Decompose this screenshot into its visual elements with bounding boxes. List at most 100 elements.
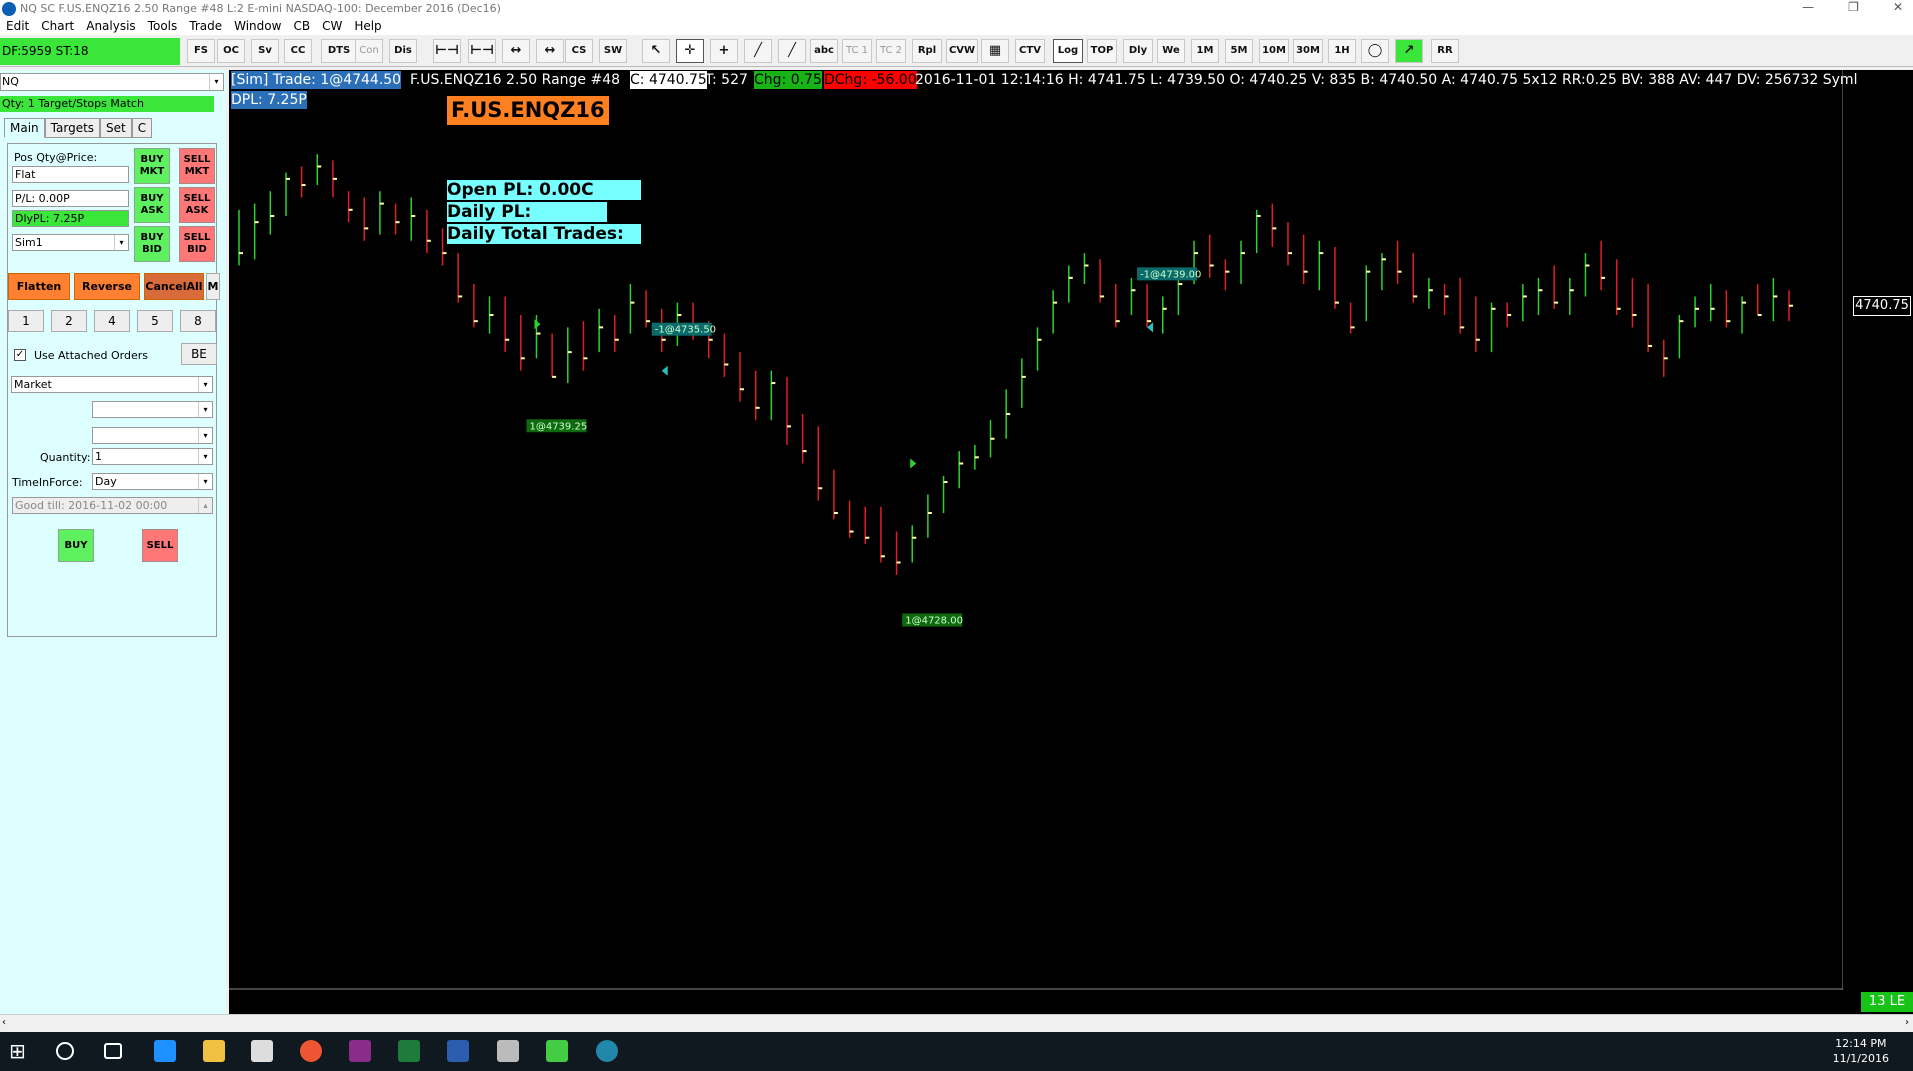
price-plot[interactable]: 4756.004752.004748.004744.004740.004736.… (229, 70, 1843, 990)
toolbar-oc-button[interactable]: OC (217, 39, 245, 63)
toolbar-sw-button[interactable]: SW (599, 39, 627, 63)
line-icon[interactable]: ╱ (744, 39, 772, 63)
store-icon[interactable] (251, 1040, 273, 1062)
qty-preset-2[interactable]: 2 (51, 310, 87, 332)
ruler-h2-icon[interactable]: ⊢⊣ (468, 39, 496, 63)
ellipse-icon[interactable]: ◯ (1361, 39, 1389, 63)
toolbar-abc-button[interactable]: abc (810, 39, 838, 63)
toolbar-log-button[interactable]: Log (1053, 39, 1083, 63)
scroll-right-icon[interactable]: › (1905, 1017, 1909, 1028)
qty-preset-4[interactable]: 4 (94, 310, 130, 332)
grid-icon[interactable]: ▦ (981, 39, 1009, 63)
search-icon[interactable] (56, 1042, 74, 1060)
toolbar-we-button[interactable]: We (1157, 39, 1185, 63)
toolbar-sv-button[interactable]: Sv (251, 39, 279, 63)
toolbar-cc-button[interactable]: CC (284, 39, 312, 63)
crosshair-icon[interactable]: ✛ (676, 39, 704, 63)
qty-preset-5[interactable]: 5 (137, 310, 173, 332)
toolbar-cs-button[interactable]: CS (565, 39, 593, 63)
task-view-icon[interactable] (104, 1043, 122, 1059)
minimize-icon[interactable]: — (1802, 0, 1814, 14)
cancel-all-button[interactable]: CancelAll (144, 273, 204, 300)
toolbar-rr-button[interactable]: RR (1431, 39, 1459, 63)
arrows-h2-icon[interactable]: ↔ (536, 39, 564, 63)
toolbar-top-button[interactable]: TOP (1087, 39, 1117, 63)
tab-set[interactable]: Set (100, 118, 132, 138)
scroll-left-icon[interactable]: ‹ (2, 1017, 6, 1028)
tab-targets[interactable]: Targets (44, 118, 101, 138)
be-button[interactable]: BE (181, 343, 217, 365)
buy-button[interactable]: BUY (58, 529, 94, 562)
toolbar-10m-button[interactable]: 10M (1259, 39, 1289, 63)
order-type-select[interactable]: Market ▾ (11, 376, 213, 393)
close-icon[interactable]: ✕ (1893, 0, 1903, 14)
sell-market-button[interactable]: SELL MKT (179, 148, 215, 184)
menu-cb[interactable]: CB (287, 19, 316, 33)
globe-icon[interactable] (596, 1040, 618, 1062)
menu-cw[interactable]: CW (316, 19, 348, 33)
menu-edit[interactable]: Edit (0, 19, 35, 33)
toolbar-cvw-button[interactable]: CVW (946, 39, 978, 63)
start-icon[interactable]: ⊞ (9, 1040, 31, 1062)
price-field-2[interactable]: ▾ (92, 427, 213, 444)
app-icon-1[interactable] (497, 1040, 519, 1062)
toolbar-dly-button[interactable]: Dly (1123, 39, 1153, 63)
attached-orders-checkbox[interactable]: ✓ (14, 349, 26, 361)
explorer-icon[interactable] (203, 1040, 225, 1062)
m-button[interactable]: M (206, 273, 220, 300)
sell-ask-button[interactable]: SELL ASK (179, 187, 215, 223)
app-icon-2[interactable] (546, 1040, 568, 1062)
menu-analysis[interactable]: Analysis (80, 19, 141, 33)
buy-market-button[interactable]: BUY MKT (134, 148, 170, 184)
tif-select[interactable]: Day ▾ (92, 473, 213, 490)
taskbar: ⊞ 12:14 PM 11/1/2016 (0, 1032, 1913, 1071)
horizontal-scrollbar[interactable]: ‹ › (0, 1014, 1913, 1032)
toolbar-1m-button[interactable]: 1M (1191, 39, 1219, 63)
toolbar-30m-button[interactable]: 30M (1293, 39, 1323, 63)
excel-icon[interactable] (398, 1040, 420, 1062)
toolbar-con-button[interactable]: Con (355, 39, 383, 63)
toolbar-tc2-button[interactable]: TC 2 (876, 39, 906, 63)
buy-bid-button[interactable]: BUY BID (134, 226, 170, 262)
menu-tools[interactable]: Tools (142, 19, 184, 33)
buy-ask-button[interactable]: BUY ASK (134, 187, 170, 223)
sell-button[interactable]: SELL (142, 529, 178, 562)
menu-window[interactable]: Window (228, 19, 287, 33)
account-select[interactable]: Sim1 ▾ (12, 234, 129, 251)
price-field-1[interactable]: ▾ (92, 401, 213, 418)
reverse-button[interactable]: Reverse (74, 273, 140, 300)
toolbar-rpl-button[interactable]: Rpl (912, 39, 942, 63)
onenote-icon[interactable] (349, 1040, 371, 1062)
menu-help[interactable]: Help (348, 19, 387, 33)
toolbar-dis-button[interactable]: Dis (389, 39, 417, 63)
word-icon[interactable] (447, 1040, 469, 1062)
toolbar-ctv-button[interactable]: CTV (1015, 39, 1045, 63)
menu-trade[interactable]: Trade (183, 19, 228, 33)
flatten-button[interactable]: Flatten (8, 273, 70, 300)
ruler-h-icon[interactable]: ⊢⊣ (433, 39, 461, 63)
edge-icon[interactable] (154, 1040, 176, 1062)
toolbar-5m-button[interactable]: 5M (1225, 39, 1253, 63)
qty-preset-1[interactable]: 1 (8, 310, 44, 332)
arrow-tool-icon[interactable]: ↗ (1395, 39, 1423, 63)
df-status: DF:5959 ST:18 (0, 38, 180, 65)
toolbar-tc1-button[interactable]: TC 1 (842, 39, 872, 63)
price-chart[interactable]: [Sim] Trade: 1@4744.50 F.US.ENQZ16 2.50 … (229, 70, 1913, 1014)
tab-c[interactable]: C (131, 118, 153, 138)
sell-bid-button[interactable]: SELL BID (179, 226, 215, 262)
symbol-select[interactable]: NQ ▾ (0, 73, 224, 91)
toolbar-dts-button[interactable]: DTS (321, 39, 357, 63)
window-title: NQ SC F.US.ENQZ16 2.50 Range #48 L:2 E-m… (20, 2, 501, 15)
cross-icon[interactable]: + (710, 39, 738, 63)
qty-preset-8[interactable]: 8 (180, 310, 216, 332)
quantity-field[interactable]: 1 ▾ (92, 448, 213, 465)
menu-chart[interactable]: Chart (35, 19, 80, 33)
toolbar-fs-button[interactable]: FS (187, 39, 215, 63)
tab-main[interactable]: Main (4, 118, 45, 138)
toolbar-1h-button[interactable]: 1H (1328, 39, 1356, 63)
ray-icon[interactable]: ╱ (778, 39, 806, 63)
pointer-icon[interactable]: ↖ (642, 39, 670, 63)
arrows-h-icon[interactable]: ↔ (502, 39, 530, 63)
chrome-icon[interactable] (300, 1040, 322, 1062)
maximize-icon[interactable]: ❐ (1848, 0, 1859, 14)
